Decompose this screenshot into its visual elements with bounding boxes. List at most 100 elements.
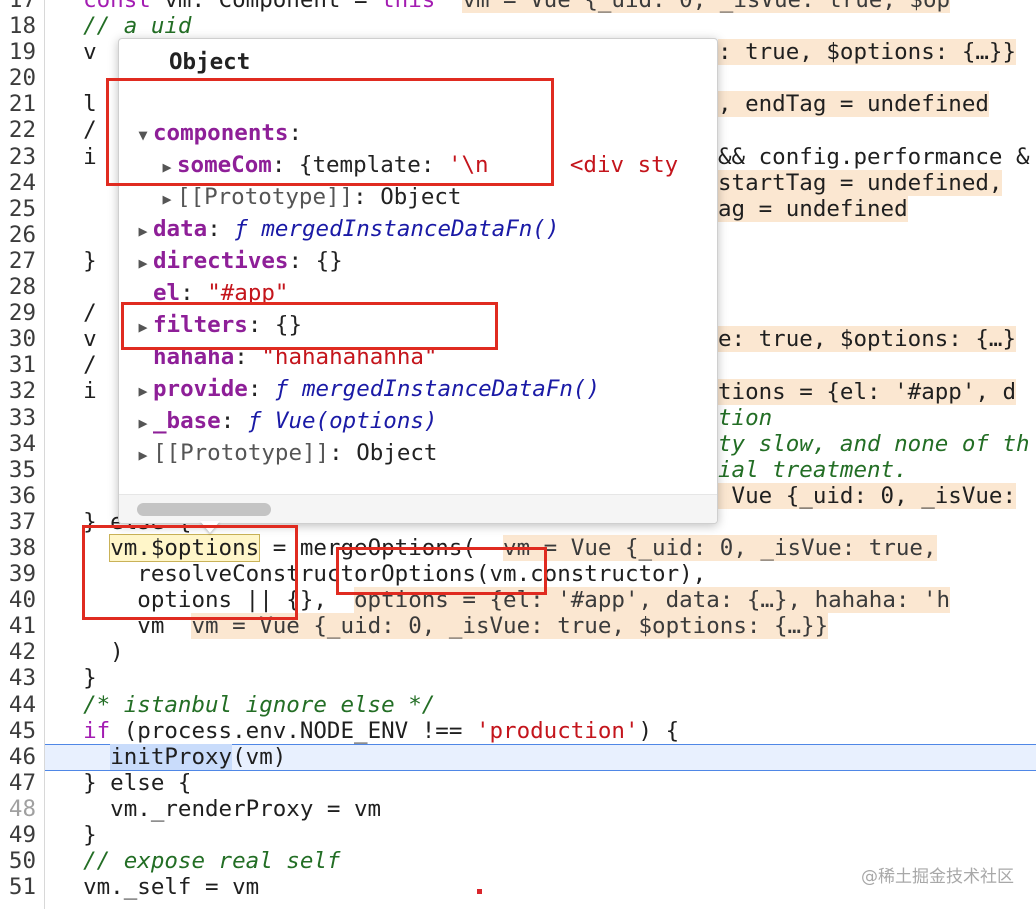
code-text: vm._renderProxy = vm xyxy=(56,796,381,822)
code-text: / xyxy=(56,352,97,378)
code-text: vm._self = vm xyxy=(56,874,259,900)
line-number[interactable]: 24 xyxy=(0,170,36,196)
line-number[interactable]: 42 xyxy=(0,639,36,665)
expand-triangle-icon[interactable]: ▶ xyxy=(133,311,153,343)
expand-triangle-icon[interactable]: ▶ xyxy=(133,407,153,439)
property-row-directives[interactable]: ▶ directives: {} xyxy=(119,245,717,279)
line-number[interactable]: 43 xyxy=(0,665,36,691)
inline-value-fragment: Vue {_uid: 0, _isVue: xyxy=(718,482,1017,509)
line-number[interactable]: 22 xyxy=(0,117,36,143)
scrollbar-thumb[interactable] xyxy=(137,503,271,516)
inline-value-fragment: tion xyxy=(718,404,773,431)
code-token: } xyxy=(56,665,97,692)
line-number[interactable]: 48 xyxy=(0,796,36,822)
line-number[interactable]: 39 xyxy=(0,561,36,587)
line-number[interactable]: 17 xyxy=(0,0,36,13)
line-number[interactable]: 47 xyxy=(0,770,36,796)
code-token: this xyxy=(381,0,436,13)
code-text: vm.$options = mergeOptions( vm = Vue {_u… xyxy=(56,533,937,562)
code-text: if (process.env.NODE_ENV !== 'production… xyxy=(56,718,679,744)
line-number[interactable]: 51 xyxy=(0,874,36,900)
code-token: vm._renderProxy = vm xyxy=(56,795,382,822)
line-number[interactable]: 37 xyxy=(0,509,36,535)
line-number[interactable]: 30 xyxy=(0,326,36,352)
line-number[interactable]: 34 xyxy=(0,431,36,457)
line-number[interactable]: 38 xyxy=(0,535,36,561)
code-line: 46 initProxy(vm) xyxy=(0,743,1036,771)
code-text: initProxy(vm) xyxy=(56,743,286,770)
expand-triangle-icon[interactable]: ▶ xyxy=(133,439,153,471)
expand-triangle-icon[interactable]: ▶ xyxy=(133,375,153,407)
property-separator: : xyxy=(247,376,275,402)
code-line: 45 if (process.env.NODE_ENV !== 'product… xyxy=(0,718,1036,744)
popover-horizontal-scrollbar[interactable] xyxy=(119,494,717,523)
property-row-hahaha[interactable]: hahaha: "hahahahahha" xyxy=(119,341,717,373)
property-value: "#app" xyxy=(207,280,289,306)
property-value: ƒ mergedInstanceDataFn() xyxy=(234,216,560,242)
property-row-components[interactable]: ▼ components: xyxy=(119,117,717,151)
line-number[interactable]: 45 xyxy=(0,718,36,744)
line-number[interactable]: 41 xyxy=(0,613,36,639)
line-number[interactable]: 32 xyxy=(0,378,36,404)
object-preview-popover[interactable]: Object ▼ components: ▶ someCom: {template: … xyxy=(118,38,718,524)
property-row-_base[interactable]: ▶ _base: ƒ Vue(options) xyxy=(119,405,717,439)
code-token: i xyxy=(56,143,97,170)
line-number[interactable]: 23 xyxy=(0,144,36,170)
code-line: 47 } else { xyxy=(0,770,1036,796)
inline-value-fragment: && config.performance & xyxy=(718,143,1030,170)
property-row-prototype[interactable]: ▶ [[Prototype]]: Object xyxy=(119,437,717,471)
line-number[interactable]: 28 xyxy=(0,274,36,300)
line-number[interactable]: 19 xyxy=(0,39,36,65)
code-token: } else { xyxy=(56,769,192,796)
line-number[interactable]: 27 xyxy=(0,248,36,274)
line-number[interactable]: 50 xyxy=(0,848,36,874)
collapse-triangle-icon[interactable]: ▼ xyxy=(133,119,153,151)
line-number[interactable]: 25 xyxy=(0,196,36,222)
line-number[interactable]: 44 xyxy=(0,692,36,718)
property-key: el xyxy=(153,280,181,306)
property-row-filters[interactable]: ▶ filters: {} xyxy=(119,309,717,343)
property-row-somecom[interactable]: ▶ someCom: {template: '\n <div sty xyxy=(119,149,717,183)
line-number[interactable]: 20 xyxy=(0,65,36,91)
expand-triangle-icon[interactable]: ▶ xyxy=(157,183,177,215)
property-separator: : xyxy=(220,408,248,434)
line-number[interactable]: 29 xyxy=(0,300,36,326)
code-token: / xyxy=(56,117,97,144)
inline-value-fragment: e: true, $options: {…} xyxy=(718,326,1017,353)
expand-triangle-icon[interactable]: ▶ xyxy=(133,247,153,279)
property-row-data[interactable]: ▶ data: ƒ mergedInstanceDataFn() xyxy=(119,213,717,247)
line-number[interactable]: 18 xyxy=(0,13,36,39)
line-number[interactable]: 46 xyxy=(0,744,36,770)
property-separator: : xyxy=(329,440,357,466)
line-number[interactable]: 35 xyxy=(0,457,36,483)
code-token: options || {}, xyxy=(56,587,355,614)
inline-value: vm = Vue {_uid: 0, _isVue: true, $option… xyxy=(191,613,829,640)
code-line: 38 vm.$options = mergeOptions( vm = Vue … xyxy=(0,533,1036,562)
property-row-provide[interactable]: ▶ provide: ƒ mergedInstanceDataFn() xyxy=(119,373,717,407)
property-row-el[interactable]: el: "#app" xyxy=(119,277,717,309)
property-row-prototype[interactable]: ▶ [[Prototype]]: Object xyxy=(119,181,717,215)
expand-triangle-icon[interactable]: ▶ xyxy=(157,151,177,183)
line-number[interactable]: 40 xyxy=(0,587,36,613)
code-token: vm xyxy=(56,613,192,640)
code-text: } xyxy=(56,822,97,848)
property-key: components xyxy=(153,120,289,146)
inline-value-fragment: tions = {el: '#app', d xyxy=(718,378,1017,405)
line-number[interactable]: 33 xyxy=(0,405,36,431)
code-line: 41 vm vm = Vue {_uid: 0, _isVue: true, $… xyxy=(0,613,1036,640)
property-key: filters xyxy=(153,312,248,338)
line-number[interactable]: 36 xyxy=(0,483,36,509)
line-number[interactable]: 21 xyxy=(0,91,36,117)
line-number[interactable]: 49 xyxy=(0,822,36,848)
code-line: 39 resolveConstructorOptions(vm.construc… xyxy=(0,561,1036,587)
line-number[interactable]: 26 xyxy=(0,222,36,248)
expand-triangle-icon[interactable]: ▶ xyxy=(133,215,153,247)
code-text: /* istanbul ignore else */ xyxy=(56,692,435,718)
code-token: ) { xyxy=(638,717,680,744)
line-number[interactable]: 31 xyxy=(0,352,36,378)
property-key: provide xyxy=(153,376,248,402)
code-line: 42 ) xyxy=(0,639,1036,665)
code-line: 49 } xyxy=(0,822,1036,848)
